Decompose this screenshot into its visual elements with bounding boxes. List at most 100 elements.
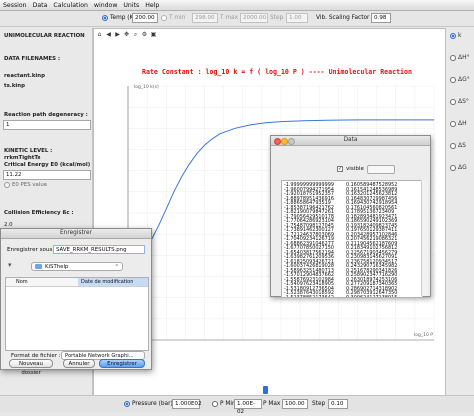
tmax-label: T max	[220, 15, 239, 21]
option-dg0[interactable]: ΔG°	[450, 76, 470, 83]
pstep-input[interactable]: 0.10	[328, 399, 348, 409]
option-k[interactable]: k	[450, 32, 461, 39]
minimize-icon[interactable]	[281, 138, 288, 145]
e0-pes-checkbox[interactable]	[4, 182, 10, 188]
pressure-radio[interactable]	[124, 401, 130, 407]
save-dialog: Enregistrer Enregistrer sous : SAVE_RRKM…	[0, 228, 152, 376]
pan-icon[interactable]: ✥	[123, 31, 130, 38]
ds0-radio[interactable]	[450, 98, 456, 105]
plot-toolbar: ⌂ ◀ ▶ ✥ ⌕ ⚙ ▣	[96, 31, 166, 40]
x-axis-label: log_10 P	[414, 332, 433, 338]
pmin-input[interactable]: 1.00E-02	[234, 399, 262, 415]
file-browser: Nom Date de modification	[5, 277, 149, 351]
folder-name: KiSThelp	[45, 264, 69, 270]
menu-bar: Session Data Calculation window Units He…	[0, 0, 474, 11]
visible-checkbox[interactable]: ✓	[337, 166, 343, 172]
ds-radio[interactable]	[450, 142, 456, 149]
folder-select[interactable]: KiSThelp ⌃	[31, 262, 123, 271]
chevron-down-icon: ⌃	[114, 264, 119, 270]
dh-radio[interactable]	[450, 120, 456, 127]
cell-y: 0.300624127138915	[346, 294, 398, 298]
data-point	[265, 122, 267, 124]
temp-radio[interactable]	[102, 15, 108, 21]
option-dg-label: ΔG	[458, 164, 467, 171]
menu-calculation[interactable]: Calculation	[53, 2, 88, 9]
data-table: -1.99999999999999 0.160589487528952 -1.960…	[281, 180, 423, 298]
option-dh-label: ΔH	[458, 120, 467, 127]
bottom-bar: Pressure (bar) 1.000E02 P Min 1.00E-02 P…	[0, 395, 474, 415]
data-point	[326, 119, 328, 121]
forward-icon[interactable]: ▶	[114, 31, 121, 38]
pressure-slider-thumb[interactable]	[263, 386, 268, 394]
pressure-input[interactable]: 1.000E02	[172, 399, 202, 409]
chart-title: Rate Constant : log_10 k = f ( log_10 P …	[142, 68, 412, 76]
tmin-input[interactable]: 298.00	[192, 13, 218, 23]
data-point	[158, 225, 159, 227]
save-button[interactable]: Enregistrer	[99, 359, 145, 368]
data-point	[234, 127, 236, 129]
y-axis-label: log_10 k(s)	[134, 84, 159, 90]
data-point	[219, 133, 221, 135]
right-panel: k ΔH° ΔG° ΔS° ΔH ΔS ΔG	[447, 28, 474, 408]
cancel-button[interactable]: Annuler	[63, 359, 95, 368]
data-point	[181, 176, 182, 178]
option-ds0[interactable]: ΔS°	[450, 98, 469, 105]
menu-session[interactable]: Session	[3, 2, 27, 9]
data-point	[395, 119, 397, 121]
option-dg0-label: ΔG°	[458, 76, 470, 83]
visible-label: visible	[346, 166, 364, 172]
dh0-radio[interactable]	[450, 54, 456, 61]
dg-radio[interactable]	[450, 164, 456, 171]
menu-units[interactable]: Units	[123, 2, 139, 9]
data-point	[196, 153, 198, 155]
pressure-label: Pressure (bar)	[132, 401, 173, 407]
option-dg[interactable]: ΔG	[450, 164, 467, 171]
option-dh0[interactable]: ΔH°	[450, 54, 470, 61]
zoom-icon[interactable]: ⌕	[132, 31, 139, 38]
option-dh[interactable]: ΔH	[450, 120, 467, 127]
data-table-row[interactable]: -1.52378852173642 0.300624127138915	[282, 294, 422, 298]
tmin-radio[interactable]	[161, 15, 167, 21]
option-ds[interactable]: ΔS	[450, 142, 466, 149]
config-icon[interactable]: ⚙	[141, 31, 148, 38]
menu-window[interactable]: window	[94, 2, 117, 9]
data-point	[173, 191, 175, 193]
new-folder-button[interactable]: Nouveau dossier	[9, 359, 53, 376]
save-icon[interactable]: ▣	[150, 31, 157, 38]
vib-scaling-input[interactable]: 0.98	[371, 13, 391, 23]
step-input[interactable]: 1.00	[286, 13, 308, 23]
prange-radio[interactable]	[212, 401, 218, 407]
menu-help[interactable]: Help	[145, 2, 159, 9]
degeneracy-input[interactable]: 1	[3, 120, 91, 130]
save-as-label: Enregistrer sous :	[7, 247, 57, 253]
option-ds0-label: ΔS°	[458, 98, 469, 105]
close-icon[interactable]	[274, 138, 281, 145]
column-name[interactable]: Nom	[16, 278, 28, 286]
filename-input[interactable]: SAVE_RRKM_RESULTS.png	[53, 245, 145, 254]
zoom-window-icon[interactable]	[288, 138, 295, 145]
temp-input[interactable]: 200.00	[132, 13, 158, 23]
menu-data[interactable]: Data	[33, 2, 48, 9]
home-icon[interactable]: ⌂	[96, 31, 103, 38]
option-k-label: k	[458, 32, 462, 39]
option-dh0-label: ΔH°	[458, 54, 470, 61]
tmax-input[interactable]: 2000.00	[240, 13, 268, 23]
tmin-label: T min	[169, 15, 186, 21]
pmax-input[interactable]: 100.00	[282, 399, 308, 409]
data-point	[250, 124, 251, 126]
back-icon[interactable]: ◀	[105, 31, 112, 38]
expand-icon[interactable]: ▾	[8, 261, 16, 269]
critical-energy-input[interactable]: 11.22	[3, 170, 91, 180]
color-swatch-button[interactable]	[367, 165, 395, 174]
e0-pes-label: E0 PES value	[12, 182, 48, 188]
dg0-radio[interactable]	[450, 76, 456, 83]
column-date-modified[interactable]: Date de modification	[78, 278, 148, 286]
vib-scaling-label: Vib. Scaling Factor	[316, 15, 370, 21]
folder-icon	[35, 264, 42, 269]
data-point	[165, 208, 167, 210]
data-table-scrollbar[interactable]	[421, 180, 428, 296]
data-point	[188, 163, 190, 165]
kinetic-level-label: KINETIC LEVEL :	[4, 148, 53, 154]
k-radio[interactable]	[450, 32, 456, 39]
degeneracy-label: Reaction path degeneracy :	[4, 112, 88, 118]
